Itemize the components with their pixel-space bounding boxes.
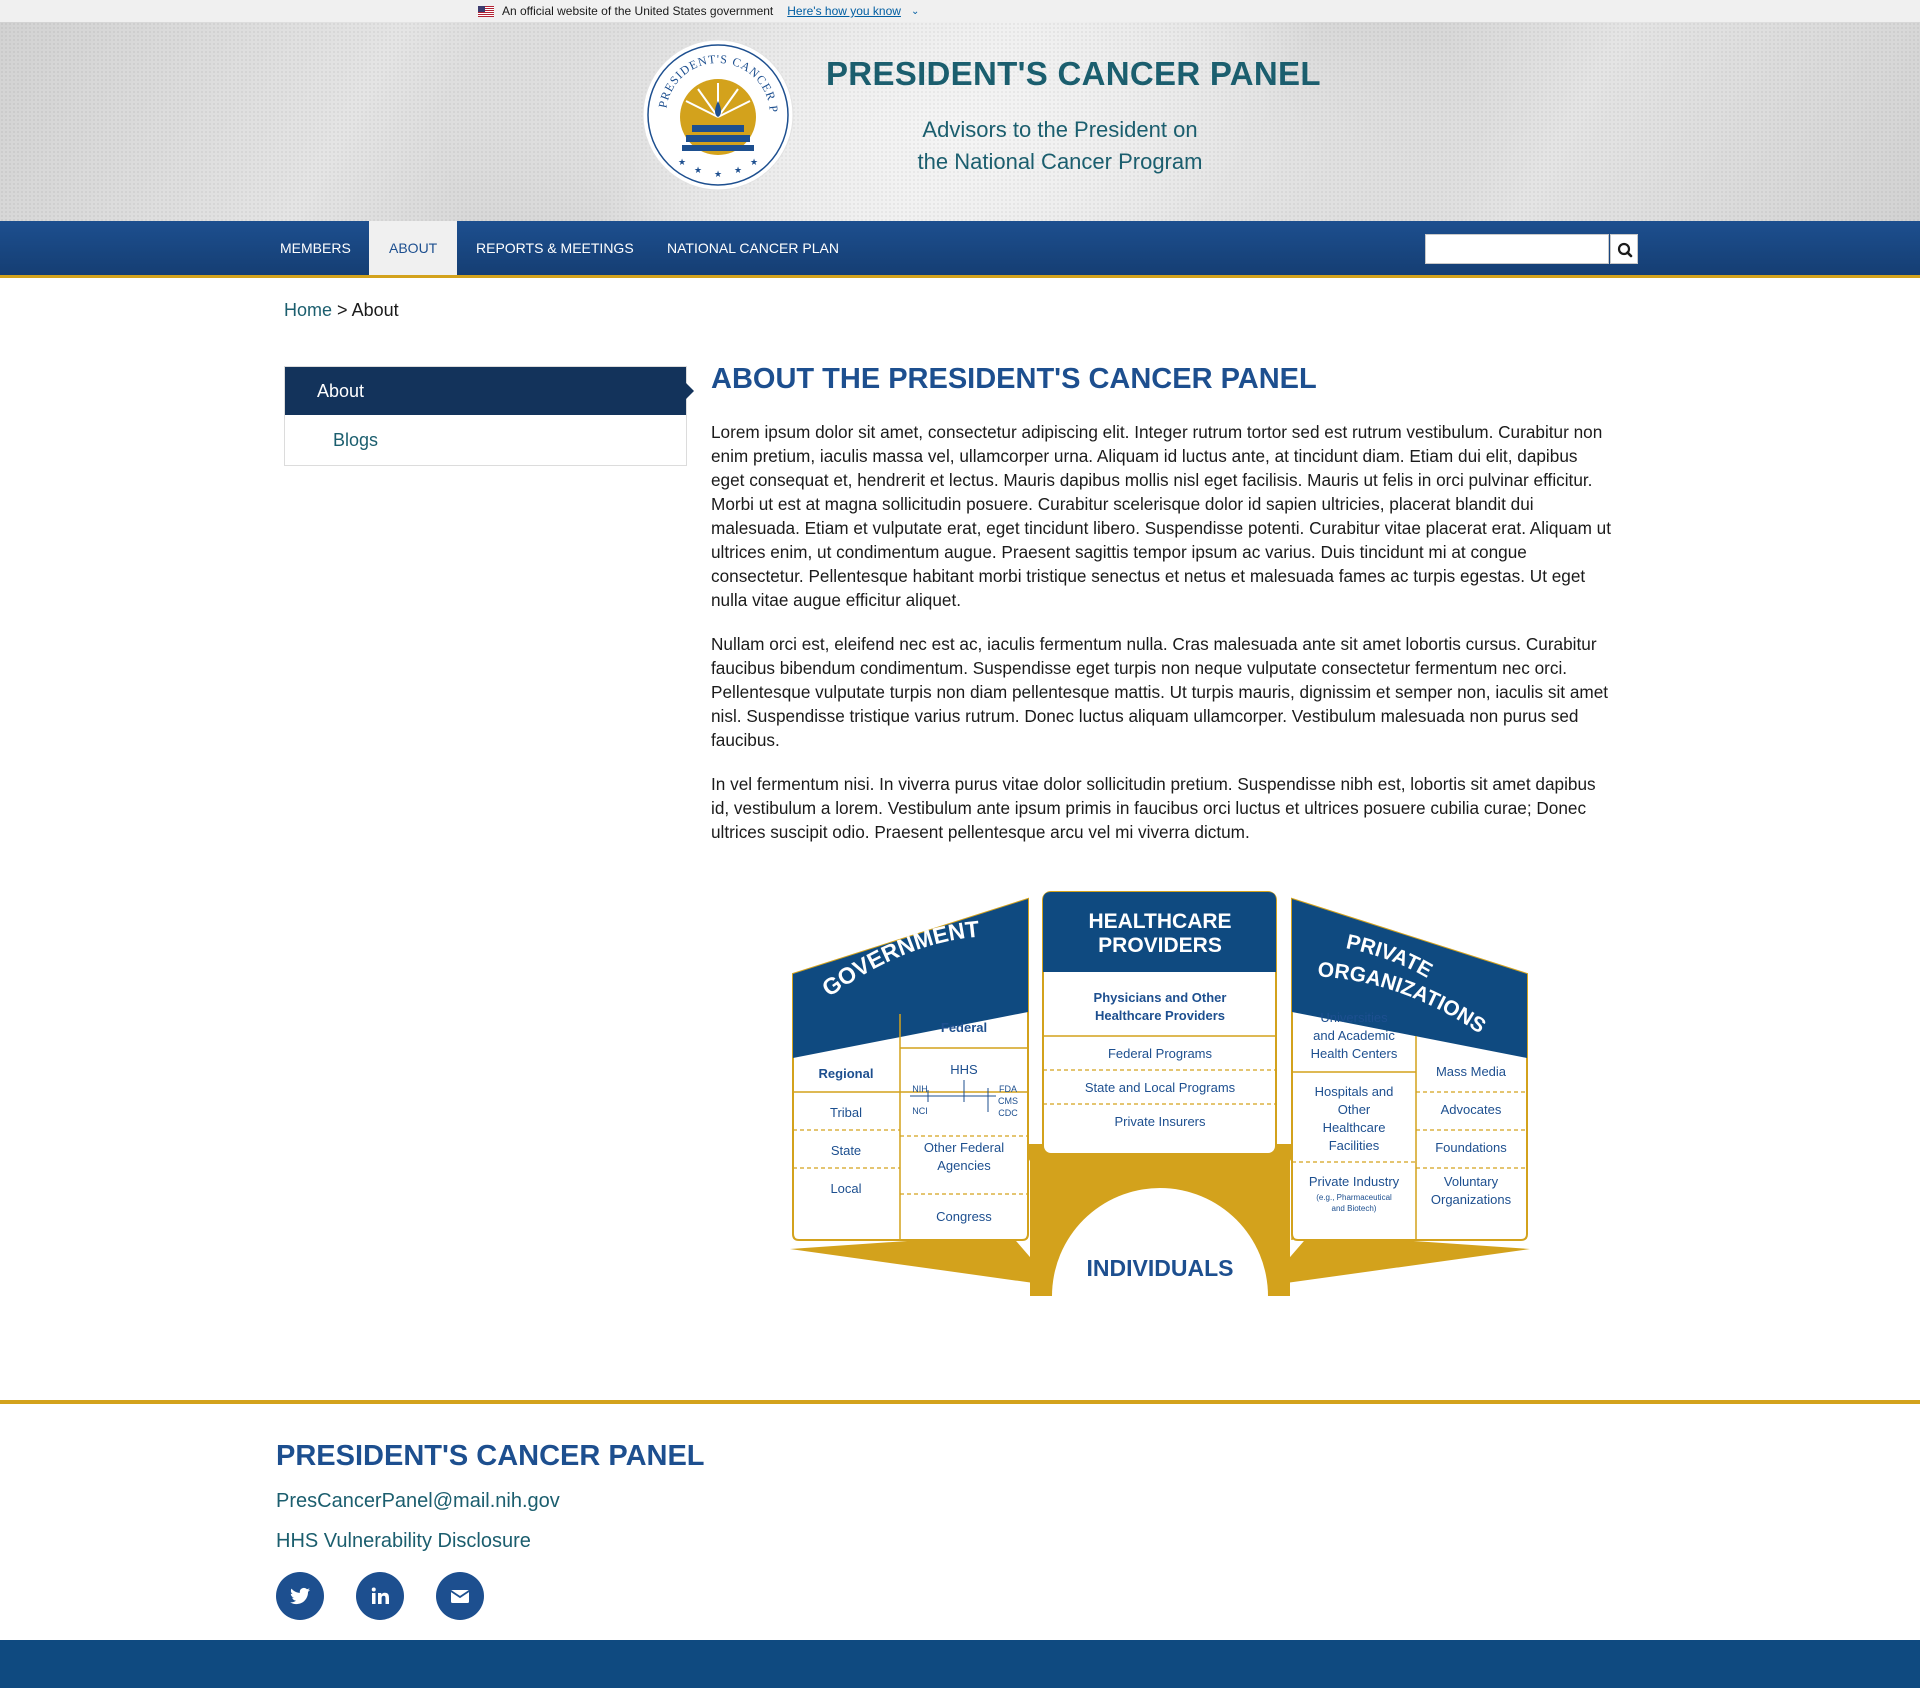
foundations-label: Foundations: [1435, 1140, 1507, 1155]
hospitals-line1: Hospitals and: [1315, 1084, 1394, 1099]
svg-text:★: ★: [714, 169, 722, 179]
gov-banner: An official website of the United States…: [0, 0, 1920, 22]
email-icon: [450, 1590, 470, 1603]
breadcrumb: Home > About: [284, 300, 399, 321]
breadcrumb-separator: >: [337, 300, 348, 320]
subtitle-line-1: Advisors to the President on: [922, 117, 1198, 142]
footer-bottom-bar: [0, 1640, 1920, 1688]
physicians-line1: Physicians and Other: [1094, 990, 1227, 1005]
congress-label: Congress: [936, 1209, 992, 1224]
hospitals-line4: Facilities: [1329, 1138, 1380, 1153]
local-label: Local: [830, 1181, 861, 1196]
footer-divider: [0, 1400, 1920, 1404]
nav-item-national-cancer-plan[interactable]: NATIONAL CANCER PLAN: [647, 221, 859, 275]
hospitals-line3: Healthcare: [1323, 1120, 1386, 1135]
svg-text:★: ★: [734, 165, 742, 175]
universities-line3: Health Centers: [1311, 1046, 1398, 1061]
us-flag-icon: [478, 5, 494, 17]
private-industry-label: Private Industry: [1309, 1174, 1400, 1189]
hospitals-line2: Other: [1338, 1102, 1371, 1117]
subtitle-line-2: the National Cancer Program: [917, 149, 1203, 174]
linkedin-button[interactable]: [356, 1572, 404, 1620]
paragraph: Lorem ipsum dolor sit amet, consectetur …: [711, 422, 1611, 610]
universities-line1: Universities: [1320, 1010, 1388, 1025]
twitter-icon: [290, 1587, 310, 1605]
private-organizations-panel: PRIVATE ORGANIZATIONS Universities and A…: [1291, 897, 1528, 1241]
svg-text:★: ★: [750, 157, 758, 167]
sidenav-item-about[interactable]: About: [285, 367, 694, 415]
breadcrumb-home[interactable]: Home: [284, 300, 332, 320]
regional-header: Regional: [819, 1066, 874, 1081]
healthcare-panel: HEALTHCARE PROVIDERS Physicians and Othe…: [1042, 891, 1277, 1155]
government-panel: GOVERNMENT Regional Federal Tribal State…: [792, 897, 1029, 1241]
page-title: ABOUT THE PRESIDENT'S CANCER PANEL: [711, 363, 1317, 395]
gov-banner-text: An official website of the United States…: [502, 4, 774, 18]
main-nav: MEMBERS ABOUT REPORTS & MEETINGS NATIONA…: [0, 221, 1920, 278]
search-icon: [1617, 242, 1633, 258]
advocates-label: Advocates: [1441, 1102, 1502, 1117]
hhs-vulnerability-link[interactable]: HHS Vulnerability Disclosure: [276, 1530, 531, 1553]
private-industry-note1: (e.g., Pharmaceutical: [1316, 1193, 1392, 1202]
svg-text:★: ★: [694, 165, 702, 175]
paragraph: Nullam orci est, eleifend nec est ac, ia…: [711, 634, 1609, 750]
nav-item-reports-meetings[interactable]: REPORTS & MEETINGS: [456, 221, 654, 275]
healthcare-title-line1: HEALTHCARE: [1088, 910, 1231, 933]
voluntary-line1: Voluntary: [1444, 1174, 1499, 1189]
nav-item-members[interactable]: MEMBERS: [260, 221, 371, 275]
physicians-line2: Healthcare Providers: [1095, 1008, 1225, 1023]
private-industry-note2: and Biotech): [1332, 1204, 1377, 1213]
site-subtitle: Advisors to the President on the Nationa…: [880, 114, 1240, 178]
search-input[interactable]: [1425, 234, 1609, 264]
cms-label: CMS: [998, 1096, 1018, 1106]
chevron-down-icon[interactable]: ⌄: [911, 6, 919, 17]
tribal-label: Tribal: [830, 1105, 862, 1120]
private-insurers-label: Private Insurers: [1114, 1114, 1206, 1129]
paragraph: In vel fermentum nisi. In viverra purus …: [711, 774, 1596, 842]
search-button[interactable]: [1610, 234, 1638, 264]
individuals-label: INDIVIDUALS: [1087, 1255, 1234, 1281]
other-federal-line2: Agencies: [937, 1158, 991, 1173]
mass-media-label: Mass Media: [1436, 1064, 1507, 1079]
svg-text:★: ★: [678, 157, 686, 167]
panel-seal-logo[interactable]: PRESIDENT'S CANCER PANEL ★★★★★: [642, 39, 794, 191]
footer-title: PRESIDENT'S CANCER PANEL: [276, 1440, 705, 1472]
state-local-programs-label: State and Local Programs: [1085, 1080, 1236, 1095]
nav-item-about[interactable]: ABOUT: [369, 221, 458, 275]
universities-line2: and Academic: [1313, 1028, 1395, 1043]
cdc-label: CDC: [998, 1108, 1018, 1118]
federal-header: Federal: [941, 1020, 987, 1035]
voluntary-line2: Organizations: [1431, 1192, 1512, 1207]
cancer-stakeholder-diagram: INDIVIDUALS GOVERNMENT Regional Federal …: [790, 891, 1530, 1296]
linkedin-icon: [371, 1587, 389, 1604]
fda-label: FDA: [999, 1084, 1017, 1094]
heres-how-you-know-link[interactable]: Here's how you know: [787, 4, 901, 18]
twitter-button[interactable]: [276, 1572, 324, 1620]
site-title[interactable]: PRESIDENT'S CANCER PANEL: [826, 55, 1321, 93]
nci-label: NCI: [912, 1106, 928, 1116]
state-label: State: [831, 1143, 861, 1158]
nih-label: NIH: [912, 1084, 928, 1094]
sidenav-item-blogs[interactable]: Blogs: [285, 415, 686, 465]
healthcare-title-line2: PROVIDERS: [1098, 934, 1222, 957]
hhs-label: HHS: [950, 1062, 978, 1077]
footer-email-link[interactable]: PresCancerPanel@mail.nih.gov: [276, 1490, 560, 1513]
federal-programs-label: Federal Programs: [1108, 1046, 1213, 1061]
email-button[interactable]: [436, 1572, 484, 1620]
other-federal-line1: Other Federal: [924, 1140, 1004, 1155]
breadcrumb-current: About: [351, 300, 399, 320]
site-header: PRESIDENT'S CANCER PANEL ★★★★★ PRESIDENT…: [0, 22, 1920, 221]
side-nav: About Blogs: [284, 366, 694, 466]
